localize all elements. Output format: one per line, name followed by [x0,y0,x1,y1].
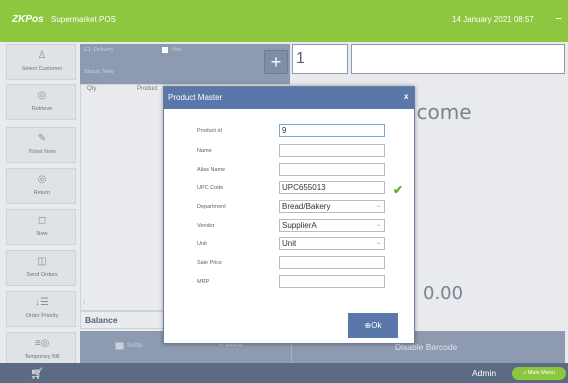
check-icon: ✔ [393,183,404,197]
quantity-input[interactable]: 1 [292,44,348,74]
user-name: Admin [472,368,497,378]
department-value: Bread/Bakery [282,202,331,211]
new-button[interactable]: ◻ New [6,209,76,245]
upc-code-label: UPC Code [197,185,224,191]
select-customer-button[interactable]: ♙ Select Customer [6,44,76,80]
send-orders-button[interactable]: ◫ Send Orders [6,250,76,286]
footer-bar: 🛒︎ Admin ⌂ Main Menu [0,363,568,383]
upc-code-field[interactable]: UPC655013 [279,181,385,194]
chevron-down-icon: ⌄ [375,203,381,209]
retrieve-icon: ◎ [37,90,47,101]
sidebar-item-label: Return [33,190,51,196]
column-product: Product [137,86,158,92]
sidebar-item-label: Retrieve [31,106,53,112]
settle-icon [115,342,124,350]
return-button[interactable]: ◎ Return [6,168,76,204]
column-qty: Qty [87,86,97,92]
alias-name-field[interactable] [279,163,385,176]
chevron-down-icon: ⌄ [375,240,381,246]
order-checkbox[interactable] [162,47,168,53]
add-button[interactable]: + [264,50,288,74]
product-id-field[interactable]: 9 [279,124,385,137]
app-logo: ZKPos [12,14,44,25]
vendor-value: SupplierA [282,221,317,230]
top-bar: ZKPos Supermarket POS 14 January 2021 08… [0,0,568,42]
retrieve-button[interactable]: ◎ Retrieve [6,84,76,120]
unit-label: Unit [197,241,207,247]
settle-button[interactable]: Settle [127,343,142,349]
order-header: E1: Delivery Nex Status: New [80,44,290,84]
send-icon: ◫ [37,256,47,267]
ticket-note-button[interactable]: ✎ Ticket Note [6,127,76,163]
order-status: Status: New [84,69,114,75]
sidebar-item-label: Temporary Bill [24,354,60,360]
balance-label: Balance [85,315,118,325]
name-field[interactable] [279,144,385,157]
product-master-dialog: Product Master x Product id 9 Name Alias… [163,86,415,344]
unit-select[interactable]: Unit ⌄ [279,237,385,250]
chevron-down-icon: ⌄ [375,222,381,228]
product-id-label: Product id [197,128,222,134]
sale-price-label: Sale Price [197,260,223,266]
return-icon: ◎ [37,174,47,185]
priority-icon: ↓☰ [35,297,49,308]
sidebar-item-label: New [36,231,48,237]
person-icon: ♙ [37,50,47,61]
note-icon: ✎ [37,133,47,144]
date-time: 14 January 2021 08:57 [452,15,534,24]
ok-button[interactable]: ⊕Ok [348,313,398,338]
sale-price-field[interactable] [279,256,385,269]
total-amount: 0.00 [423,283,464,304]
main-menu-button[interactable]: ⌂ Main Menu [512,367,566,380]
minimize-button[interactable]: – [556,13,562,24]
sidebar-item-label: Send Orders [26,272,58,278]
order-priority-button[interactable]: ↓☰ Order Priority [6,291,76,327]
barcode-input[interactable] [351,44,565,74]
alias-name-label: Alias Name [197,167,226,173]
close-icon[interactable]: x [404,92,408,101]
name-label: Name [197,148,212,154]
department-select[interactable]: Bread/Bakery ⌄ [279,200,385,213]
dialog-title-bar: Product Master x [164,87,414,109]
app-name: Supermarket POS [51,15,116,24]
order-checkbox-label: Nex [172,47,182,53]
sidebar-item-label: Order Priority [25,313,59,319]
dialog-title: Product Master [168,93,223,102]
scroll-left-icon[interactable]: ‹ [83,300,85,306]
cart-icon[interactable]: 🛒︎ [30,367,44,380]
vendor-label: Vendor [197,223,215,229]
mrp-label: MRP [197,279,210,285]
department-label: Department [197,204,226,210]
welcome-text: lcome [411,100,472,124]
vendor-select[interactable]: SupplierA ⌄ [279,219,385,232]
sidebar-item-label: Select Customer [21,66,63,72]
sidebar-item-label: Ticket Note [28,149,56,155]
order-type: E1: Delivery [84,47,114,53]
mrp-field[interactable] [279,275,385,288]
new-icon: ◻ [37,215,47,226]
bill-icon: ≡◎ [34,338,50,349]
unit-value: Unit [282,239,297,248]
